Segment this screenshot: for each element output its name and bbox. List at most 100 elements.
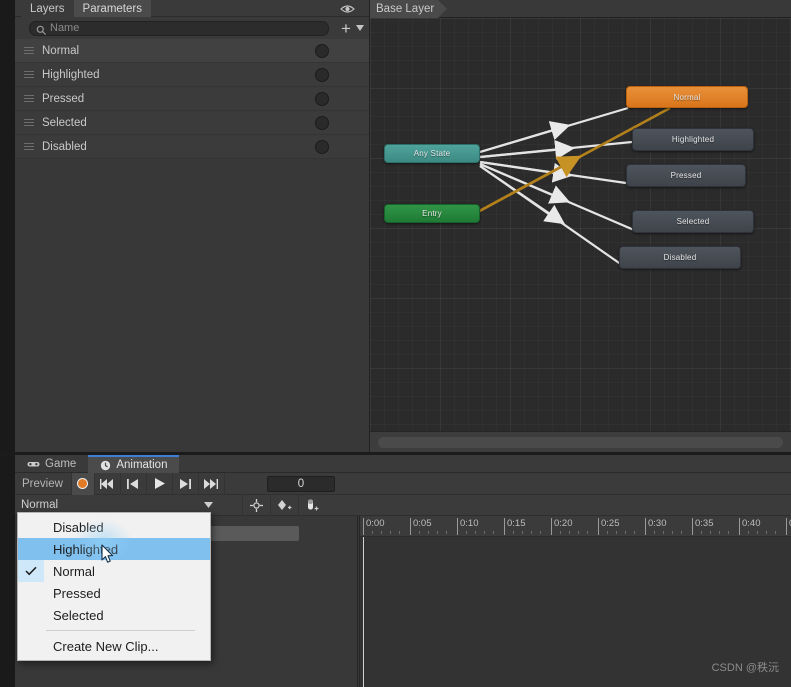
add-event-icon[interactable] [298,494,326,516]
layer-name: Highlighted [42,68,100,81]
menu-item-pressed[interactable]: Pressed [18,582,210,604]
timeline-playhead[interactable] [363,537,364,687]
tick-label: 0:05 [413,518,432,529]
layer-row-normal[interactable]: Normal [15,39,369,63]
first-keyframe-button[interactable] [95,472,121,495]
menu-item-label: Selected [53,607,104,623]
timeline-ruler[interactable]: 0:00 0:05 0:10 0:15 0:20 0:25 0:30 0:35 … [359,516,791,537]
drag-handle-icon[interactable] [24,47,34,54]
breadcrumb-base-layer[interactable]: Base Layer [370,0,439,18]
play-button[interactable] [147,472,173,495]
layer-toggle-knob[interactable] [315,115,329,130]
clip-selector-value: Normal [21,499,59,511]
menu-item-label: Create New Clip... [53,638,159,654]
layer-toggle-knob[interactable] [315,91,329,106]
tab-game[interactable]: Game [15,455,88,473]
state-machine-canvas[interactable]: Any State Entry Normal Highlighted Press… [370,18,791,431]
layers-list: Normal Highlighted Pressed Selected Disa [15,39,369,159]
layers-empty-area [15,160,369,452]
menu-item-selected[interactable]: Selected [18,604,210,626]
state-node-pressed[interactable]: Pressed [626,164,746,187]
tick-label: 0:00 [366,518,385,529]
checkmark-icon [18,560,44,582]
tick-label: 0:40 [742,518,761,529]
state-node-selected[interactable]: Selected [632,210,754,233]
mouse-cursor [101,544,114,564]
layer-name: Normal [42,44,80,57]
drag-handle-icon[interactable] [24,95,34,102]
breadcrumb: Base Layer [370,0,791,18]
layers-search-row: Name + [15,17,369,39]
state-node-label: Normal [673,92,701,102]
tick-label: 0:35 [695,518,714,529]
last-keyframe-button[interactable] [199,472,225,495]
record-dot-icon [77,478,89,489]
tick-label: 0:30 [648,518,667,529]
layer-name: Selected [42,116,87,129]
tick-label: 0: [786,518,791,529]
next-keyframe-button[interactable] [173,472,199,495]
menu-item-normal[interactable]: Normal [18,560,210,582]
tab-layers[interactable]: Layers [21,0,74,17]
layer-row-disabled[interactable]: Disabled [15,135,369,159]
animator-graph-panel: Base Layer Any State Entry Normal Highli… [370,0,791,452]
menu-separator [46,630,195,631]
graph-horizontal-scrollbar[interactable] [370,431,791,452]
gamepad-icon [27,460,40,468]
preview-toolbar: Preview 0 [15,472,791,495]
tab-parameters[interactable]: Parameters [73,0,151,17]
state-node-label: Entry [422,209,442,218]
tick-label: 0:15 [507,518,526,529]
layer-name: Pressed [42,92,85,105]
frame-field[interactable]: 0 [267,476,335,492]
breadcrumb-arrow-icon [438,0,448,18]
drag-handle-icon[interactable] [24,143,34,150]
state-node-entry[interactable]: Entry [384,204,480,223]
record-button[interactable] [70,472,95,495]
state-node-label: Selected [676,217,710,226]
search-placeholder: Name [50,22,80,34]
menu-item-highlighted[interactable]: Highlighted [18,538,210,560]
clock-icon [100,460,111,471]
drag-handle-icon[interactable] [24,71,34,78]
previous-keyframe-button[interactable] [121,472,147,495]
state-node-disabled[interactable]: Disabled [619,246,741,269]
state-node-label: Any State [413,149,451,158]
animator-layers-panel: Layers Parameters Name + Normal Highligh… [15,0,370,452]
clip-tools [242,494,326,516]
menu-item-disabled[interactable]: Disabled [18,516,210,538]
tab-label: Animation [116,459,168,471]
layer-name: Disabled [42,140,87,153]
layer-row-highlighted[interactable]: Highlighted [15,63,369,87]
state-node-any-state[interactable]: Any State [384,144,480,163]
eye-icon[interactable] [339,2,355,15]
preview-label[interactable]: Preview [15,473,71,495]
chevron-down-icon[interactable] [355,20,365,36]
state-node-normal[interactable]: Normal [626,86,748,108]
state-node-label: Highlighted [671,135,715,144]
tab-label: Game [45,458,77,470]
search-icon [36,23,47,35]
layer-toggle-knob[interactable] [315,43,329,58]
search-input[interactable]: Name [29,20,329,36]
tab-animation[interactable]: Animation [88,455,180,473]
layer-toggle-knob[interactable] [315,67,329,82]
state-node-label: Pressed [670,171,702,180]
menu-item-label: Pressed [53,585,101,601]
layer-row-selected[interactable]: Selected [15,111,369,135]
drag-handle-icon[interactable] [24,119,34,126]
add-keyframe-filter-icon[interactable] [242,494,270,516]
layer-row-pressed[interactable]: Pressed [15,87,369,111]
layers-tabbar: Layers Parameters [15,0,369,17]
chevron-down-icon [204,499,213,511]
add-keyframe-icon[interactable] [270,494,298,516]
timeline-left-divider [359,516,360,687]
add-parameter-button[interactable]: + [338,20,354,37]
animation-tabbar: Game Animation [15,455,791,473]
menu-item-create-new-clip[interactable]: Create New Clip... [18,635,210,657]
clip-dropdown-menu[interactable]: Disabled Highlighted Normal Pressed Sele… [17,512,211,661]
state-node-highlighted[interactable]: Highlighted [632,128,754,151]
layer-toggle-knob[interactable] [315,139,329,154]
watermark: CSDN @秩沅 [711,662,779,674]
tick-label: 0:20 [554,518,573,529]
